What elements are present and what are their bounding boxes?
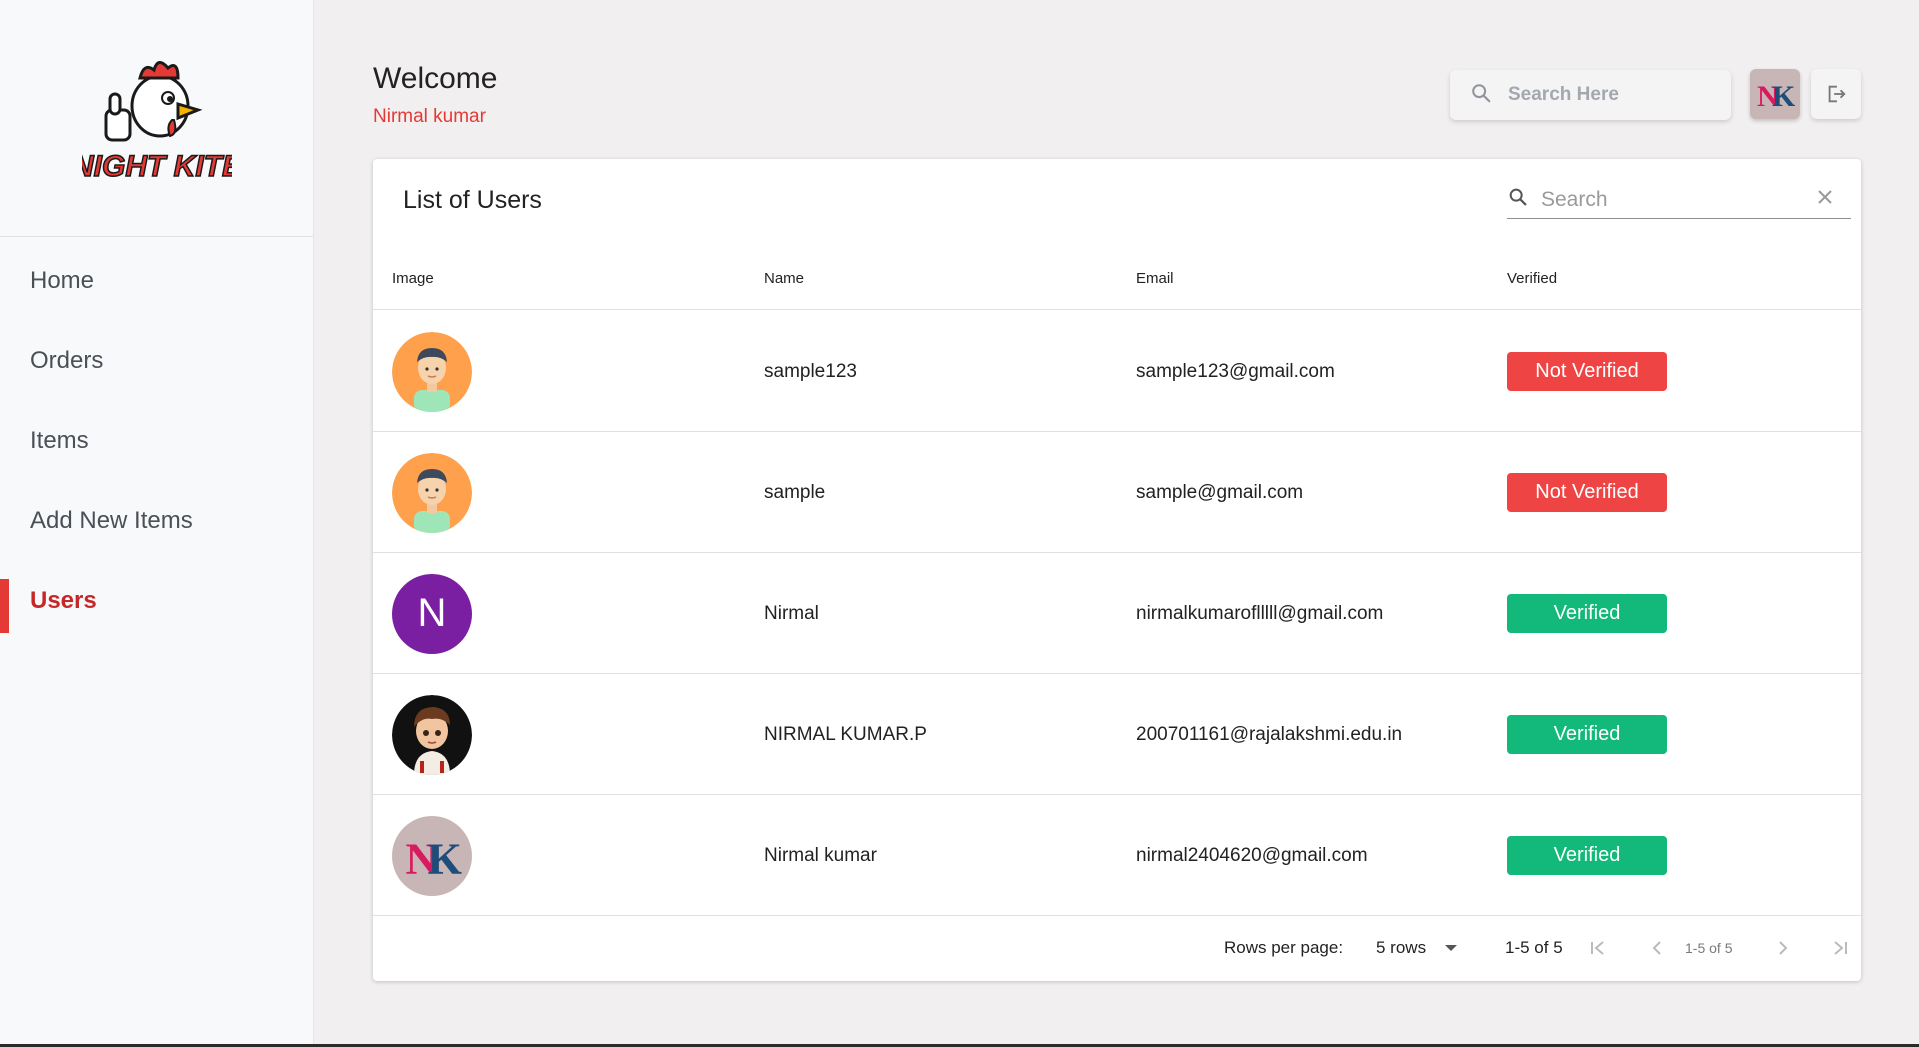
nk-logo-icon: N K: [1757, 80, 1795, 111]
status-badge: Verified: [1507, 594, 1667, 633]
table-search-placeholder: Search: [1541, 187, 1608, 211]
avatar-letter: N: [417, 591, 447, 635]
username-label: Nirmal kumar: [373, 106, 486, 127]
sidebar-item-users[interactable]: Users: [0, 561, 313, 641]
sidebar-item-label: Home: [30, 267, 95, 294]
status-badge: Not Verified: [1507, 352, 1667, 391]
user-name: NIRMAL KUMAR.P: [764, 723, 927, 745]
column-header-verified[interactable]: Verified: [1507, 247, 1557, 310]
clear-search-icon[interactable]: [1817, 189, 1833, 210]
rows-per-page-value: 5 rows: [1376, 938, 1427, 957]
user-email: nirmal2404620@gmail.com: [1136, 844, 1368, 866]
svg-text:K: K: [1772, 80, 1795, 111]
sidebar-item-label: Users: [30, 587, 97, 614]
sidebar-item-home[interactable]: Home: [0, 241, 313, 321]
page-title: Welcome: [373, 62, 498, 95]
status-badge: Verified: [1507, 715, 1667, 754]
table-row: N K Nirmal kumar nirmal2404620@gmail.com…: [373, 795, 1861, 916]
search-icon: [1470, 82, 1492, 109]
user-name: Nirmal: [764, 602, 819, 624]
rows-per-page-select[interactable]: 5 rows: [1376, 915, 1458, 981]
column-header-name[interactable]: Name: [764, 247, 804, 310]
user-email: sample123@gmail.com: [1136, 360, 1335, 382]
status-badge: Verified: [1507, 836, 1667, 875]
pagination-range-small: 1-5 of 5: [1685, 940, 1733, 956]
user-email: sample@gmail.com: [1136, 481, 1304, 503]
first-page-icon[interactable]: [1586, 936, 1610, 960]
logout-icon: [1828, 85, 1846, 103]
table-row: NIRMAL KUMAR.P 200701161@rajalakshmi.edu…: [373, 674, 1861, 795]
profile-avatar[interactable]: N K: [1750, 69, 1800, 119]
nk-logo-avatar: N K: [392, 815, 472, 896]
table-pagination: Rows per page: 5 rows 1-5 of 5 1-5 of 5: [373, 915, 1861, 981]
cartoon-boy-avatar: [392, 694, 472, 775]
svg-text:K: K: [428, 834, 462, 880]
cartoon-man-avatar: [392, 452, 472, 533]
table-row: N Nirmal nirmalkumaroflllll@gmail.com Ve…: [373, 553, 1861, 674]
status-badge: Not Verified: [1507, 473, 1667, 512]
users-card: List of Users Search Image Name Email Ve…: [373, 159, 1861, 981]
user-name: sample: [764, 481, 826, 503]
sidebar-item-label: Items: [30, 427, 89, 454]
rows-per-page-label: Rows per page:: [1224, 938, 1344, 957]
table-search-input[interactable]: Search: [1507, 181, 1851, 219]
column-header-email[interactable]: Email: [1136, 247, 1174, 310]
letter-avatar: N: [392, 573, 472, 654]
logout-button[interactable]: [1811, 69, 1861, 119]
sidebar-item-items[interactable]: Items: [0, 401, 313, 481]
previous-page-icon[interactable]: [1645, 936, 1669, 960]
logo-text: NIGHT KITE: [82, 150, 232, 183]
sidebar-item-label: Add New Items: [30, 507, 193, 534]
caret-down-icon: [1444, 938, 1458, 958]
search-icon: [1507, 186, 1529, 213]
table-header: Image Name Email Verified: [373, 247, 1861, 310]
header-search-placeholder: Search Here: [1508, 84, 1619, 105]
sidebar-item-add-new-items[interactable]: Add New Items: [0, 481, 313, 561]
sidebar-item-orders[interactable]: Orders: [0, 321, 313, 401]
sidebar: NIGHT KITE Home Orders Items Add New Ite…: [0, 0, 314, 1047]
user-name: Nirmal kumar: [764, 844, 877, 866]
logo-area: NIGHT KITE: [0, 0, 313, 237]
next-page-icon[interactable]: [1771, 936, 1795, 960]
night-kite-logo: NIGHT KITE: [82, 61, 232, 184]
user-email: 200701161@rajalakshmi.edu.in: [1136, 723, 1403, 745]
last-page-icon[interactable]: [1828, 936, 1852, 960]
column-header-image[interactable]: Image: [392, 247, 434, 310]
sidebar-nav: Home Orders Items Add New Items Users: [0, 241, 313, 641]
pagination-range: 1-5 of 5: [1505, 938, 1563, 957]
cartoon-man-avatar: [392, 331, 472, 412]
table-row: sample sample@gmail.com Not Verified: [373, 432, 1861, 553]
header-search-input[interactable]: Search Here: [1450, 70, 1731, 120]
table-row: sample123 sample123@gmail.com Not Verifi…: [373, 311, 1861, 432]
welcome-header: Welcome Nirmal kumar: [373, 62, 497, 128]
sidebar-item-label: Orders: [30, 347, 104, 374]
table-title: List of Users: [403, 186, 542, 214]
user-email: nirmalkumaroflllll@gmail.com: [1136, 602, 1384, 624]
user-name: sample123: [764, 360, 857, 382]
